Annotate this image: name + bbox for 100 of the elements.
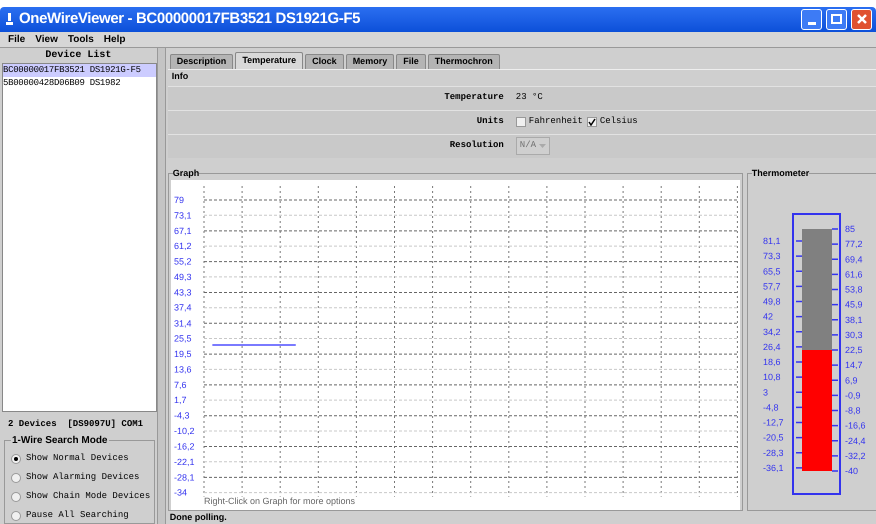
axis-tick-label: -28,1 <box>174 472 194 482</box>
axis-tick-label: -4,3 <box>174 410 190 421</box>
axis-tick-label: 25,5 <box>174 334 192 344</box>
scale-label: -16,6 <box>844 420 866 431</box>
scale-label: 65,5 <box>762 266 780 276</box>
device-item[interactable]: BC00000017FB3521 DS1921G-F5 <box>3 64 156 77</box>
scale-label: 38,1 <box>844 314 862 325</box>
app-icon <box>4 12 15 26</box>
scale-label: 3 <box>762 387 768 398</box>
list-header: Device List <box>44 48 112 63</box>
scale-label: 26,4 <box>762 342 780 352</box>
field-label: Units <box>476 115 505 128</box>
scale-label: 22,5 <box>844 345 862 356</box>
tab[interactable]: Memory <box>346 54 394 69</box>
temperature-value: 23 °C <box>514 91 543 104</box>
graph-hint: Right-Click on Graph for more options <box>204 496 355 506</box>
scale-label: 6,9 <box>844 375 858 386</box>
menu-item[interactable]: View <box>35 32 58 47</box>
device-item[interactable]: 5B00000428D06B09 DS1982 <box>3 76 156 90</box>
axis-tick-label: 55,2 <box>174 256 192 267</box>
close-button[interactable] <box>851 8 872 30</box>
scale-label: 34,2 <box>762 326 780 337</box>
tab[interactable]: Clock <box>305 54 344 69</box>
radio-button[interactable] <box>11 472 21 482</box>
axis-tick-label: 31,4 <box>174 318 192 328</box>
axis-tick-label: 43,3 <box>174 288 192 298</box>
axis-tick-label: -16,2 <box>174 442 194 452</box>
menu-item[interactable]: Help <box>104 32 126 47</box>
axis-tick-label: -22,1 <box>174 456 194 467</box>
maximize-button[interactable] <box>826 8 847 30</box>
menu-item[interactable]: Tools <box>68 32 94 47</box>
group-title: Info <box>170 70 190 82</box>
scale-label: 81,1 <box>762 236 780 246</box>
menu-item[interactable]: File <box>8 32 26 47</box>
tab[interactable]: Thermochron <box>428 54 500 69</box>
axis-tick-label: -34 <box>174 488 187 498</box>
group-title: Thermometer <box>752 166 810 180</box>
scale-label: 30,3 <box>844 330 862 340</box>
radio-label: Pause All Searching <box>26 508 129 522</box>
status-text: Done polling. <box>168 511 228 524</box>
axis-tick-label: 79 <box>174 195 184 206</box>
checkbox[interactable] <box>516 117 526 128</box>
check-icon <box>588 118 596 126</box>
checkbox-label: Celsius <box>600 115 638 128</box>
caret-icon <box>539 144 546 148</box>
radio-label: Show Chain Mode Devices <box>26 490 150 503</box>
axis-tick-label: 49,3 <box>174 272 192 282</box>
scale-label: 49,8 <box>762 296 780 307</box>
scale-label: -8,8 <box>844 406 860 416</box>
scale-label: -36,1 <box>762 463 784 473</box>
axis-tick-label: 19,5 <box>174 349 192 360</box>
axis-tick-label: 67,1 <box>174 226 192 236</box>
tab[interactable]: Temperature <box>235 52 304 69</box>
scale-label: -0,9 <box>844 390 860 400</box>
scale-label: 45,9 <box>844 300 862 310</box>
minimize-icon <box>808 22 816 25</box>
line-chart[interactable]: 79 73,1 67,1 61,2 55,2 49,3 43,3 37,4 31,4 25,5 19,5 13,6 7,6 1,7 -4,3 -10,2 -16,2 -22,1 -28,1 -34 Right-Click on Graph for more options <box>170 180 740 510</box>
axis-tick-label: 13,6 <box>174 364 192 374</box>
window-title: OneWireViewer - BC00000017FB3521 DS1921G-F5 <box>19 9 362 30</box>
group-title: 1-Wire Search Mode <box>11 434 108 448</box>
group-title: Graph <box>172 166 200 180</box>
scale-label: 57,7 <box>762 282 780 292</box>
scale-label: 10,8 <box>762 372 780 382</box>
axis-tick-label: 73,1 <box>174 210 192 220</box>
radio-label: Show Normal Devices <box>26 452 129 465</box>
radio-label: Show Alarming Devices <box>26 470 140 484</box>
scale-label: -28,3 <box>762 448 784 458</box>
scale-label: -4,8 <box>762 402 778 412</box>
scale-label: 77,2 <box>844 239 862 250</box>
scale-label: 53,8 <box>844 284 862 295</box>
axis-tick-label: -10,2 <box>174 426 194 436</box>
maximize-icon <box>831 14 842 24</box>
scale-label: -20,5 <box>762 432 784 443</box>
scale-label: -12,7 <box>762 418 784 428</box>
scale-label: 14,7 <box>844 360 862 370</box>
checkbox-label: Fahrenheit <box>528 115 583 128</box>
scale-label: 61,6 <box>844 270 862 280</box>
scale-label: 85 <box>844 224 855 234</box>
adapter-status: 2 Devices [DS9097U] COM1 <box>7 418 144 430</box>
scale-label: 69,4 <box>844 254 862 264</box>
tab[interactable]: File <box>396 54 426 69</box>
tab[interactable]: Description <box>170 54 234 69</box>
close-icon <box>856 14 866 24</box>
scale-label: 18,6 <box>762 357 780 368</box>
field-label: Resolution <box>448 139 505 152</box>
axis-tick-label: 37,4 <box>174 302 192 313</box>
field-label: Temperature <box>443 91 505 104</box>
axis-tick-label: 1,7 <box>174 395 186 406</box>
scale-label: 73,3 <box>762 251 780 262</box>
scale-label: -40 <box>844 466 858 476</box>
radio-button[interactable] <box>11 454 21 464</box>
checkbox[interactable] <box>586 117 597 128</box>
axis-tick-label: 7,6 <box>174 380 186 390</box>
scale-label: -24,4 <box>844 436 866 446</box>
radio-button[interactable] <box>11 510 21 520</box>
axis-tick-label: 61,2 <box>174 241 192 252</box>
minimize-button[interactable] <box>801 8 822 30</box>
scale-label: 42 <box>762 312 773 322</box>
scale-label: -32,2 <box>844 451 866 461</box>
radio-button[interactable] <box>11 492 21 502</box>
